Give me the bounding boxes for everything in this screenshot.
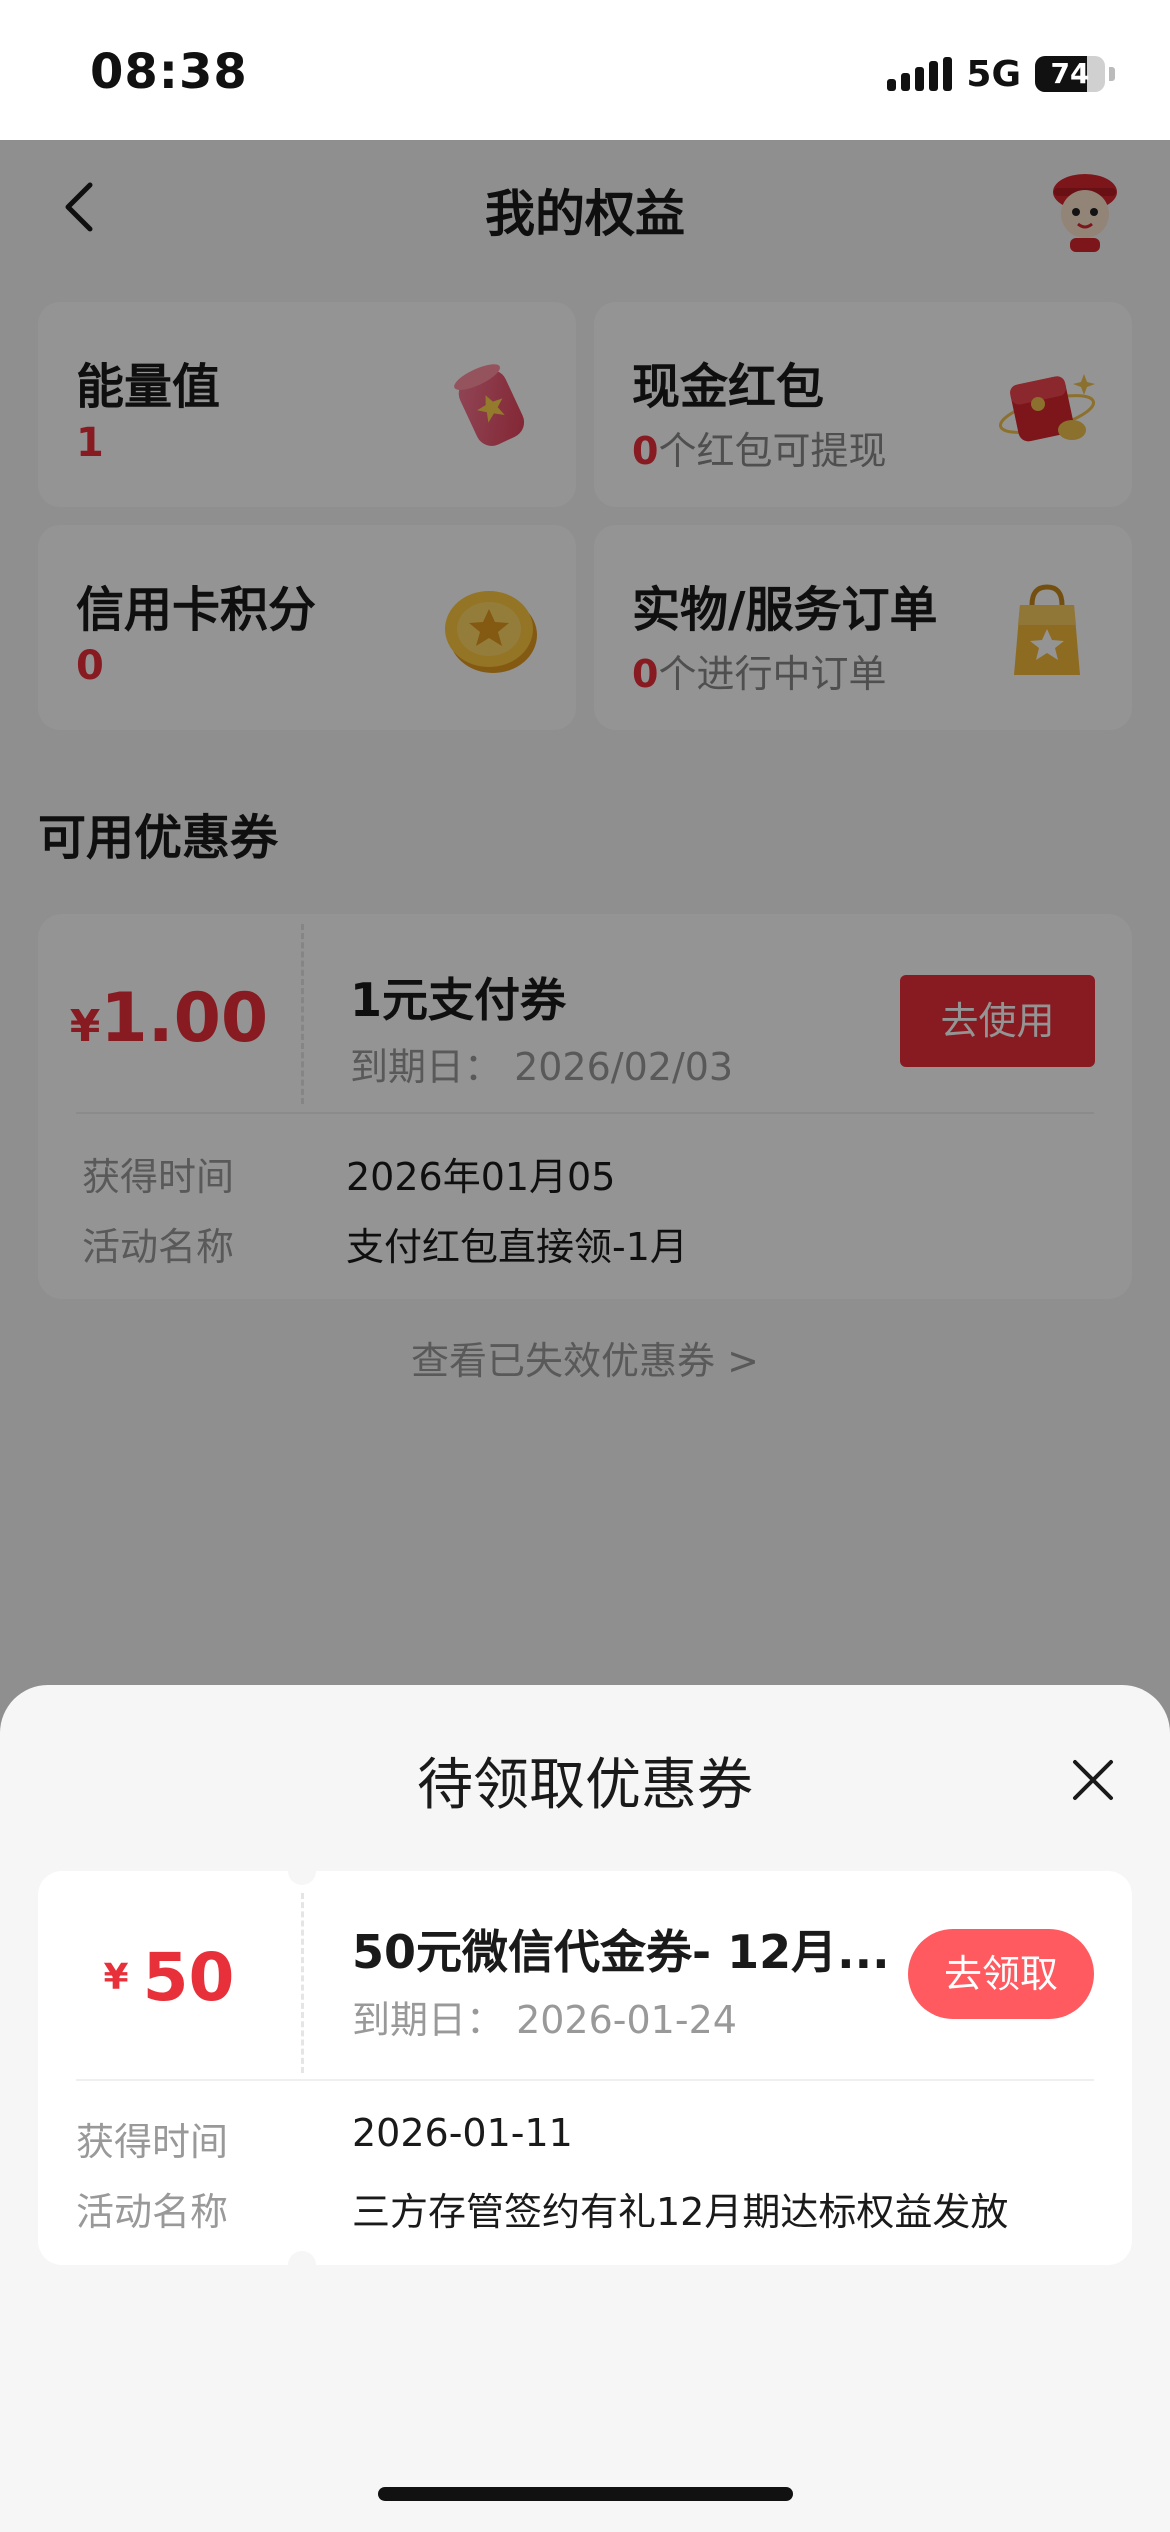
coupon-currency: ¥: [103, 1957, 129, 1998]
status-time: 08:38: [90, 44, 248, 100]
claim-coupon-button[interactable]: 去领取: [908, 1929, 1094, 2019]
pending-coupon-card: ¥50 50元微信代金券- 12月... 到期日： 2026-01-24 去领取…: [38, 1857, 1132, 2279]
status-indicators: 5G 74: [887, 52, 1115, 96]
page: 08:38 5G 74 我的权益 能量值 1 现金红包 0个红包可提现 信用卡积…: [0, 0, 1170, 2532]
battery-level: 74: [1050, 57, 1090, 90]
coupon-price: ¥50: [38, 1939, 300, 2016]
coupon-name: 50元微信代金券- 12月...: [352, 1925, 890, 1979]
close-icon[interactable]: [1058, 1745, 1128, 1815]
coupon-notch-top: [288, 1857, 316, 1885]
status-bar: 08:38 5G 74: [0, 0, 1170, 140]
coupon-divider: [76, 2079, 1094, 2081]
sheet-title: 待领取优惠券: [417, 1753, 753, 1818]
obtained-label: 获得时间: [76, 2120, 229, 2164]
coupon-perforation: [301, 1893, 304, 2073]
activity-value: 三方存管签约有礼12月期达标权益发放: [352, 2190, 1009, 2234]
activity-label: 活动名称: [76, 2190, 229, 2234]
home-indicator[interactable]: [378, 2487, 793, 2501]
coupon-expiry: 到期日： 2026-01-24: [352, 1998, 737, 2042]
network-label: 5G: [966, 53, 1021, 95]
coupon-amount: 50: [142, 1939, 235, 2016]
obtained-value: 2026-01-11: [352, 2111, 573, 2155]
battery-icon: 74: [1035, 56, 1105, 92]
signal-icon: [887, 57, 953, 91]
pending-coupons-sheet: 待领取优惠券 ¥50 50元微信代金券- 12月... 到期日： 2026-01…: [0, 1685, 1170, 2532]
coupon-notch-bottom: [288, 2251, 316, 2279]
